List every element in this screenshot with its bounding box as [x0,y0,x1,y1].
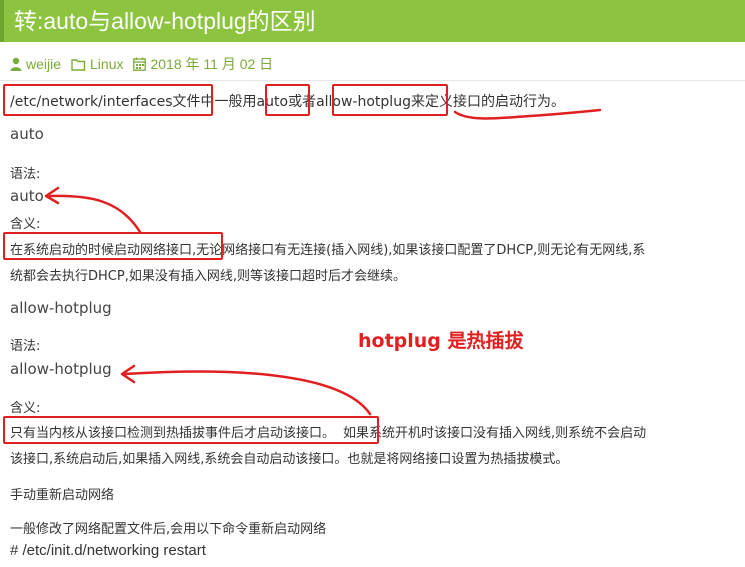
arrow-to-allow-hotplug [123,370,372,416]
arrow-to-auto [48,194,142,234]
underline-annotation [453,108,602,120]
annotation-strokes [44,108,602,416]
